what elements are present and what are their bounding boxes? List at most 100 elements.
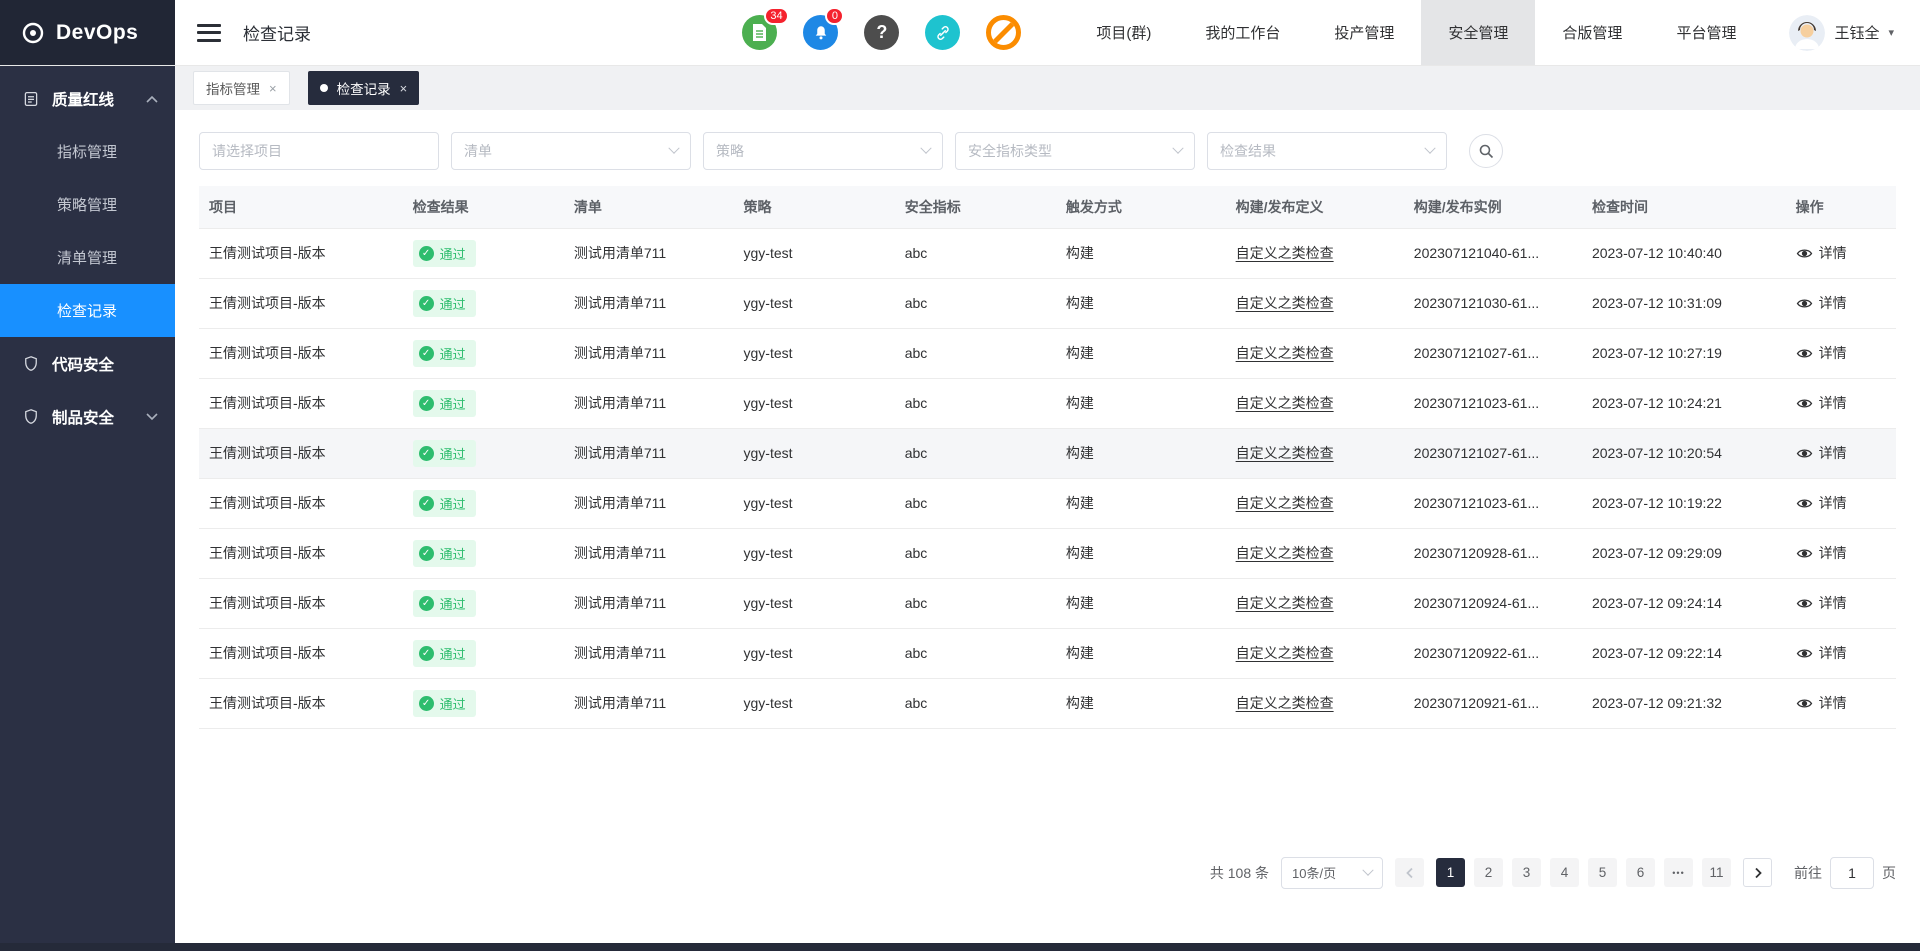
detail-label: 详情 bbox=[1819, 693, 1847, 713]
detail-link[interactable]: 详情 bbox=[1796, 693, 1847, 713]
shield-icon bbox=[22, 407, 40, 426]
status-badge: ✓ 通过 bbox=[413, 690, 476, 717]
definition-link[interactable]: 自定义之类检查 bbox=[1236, 345, 1334, 361]
cell-result: ✓ 通过 bbox=[403, 228, 564, 278]
app-header: DevOps 检查记录 34 0 ? bbox=[0, 0, 1920, 66]
cell-project: 王倩测试项目-版本 bbox=[199, 528, 403, 578]
blocked-icon[interactable] bbox=[986, 15, 1021, 50]
prev-page-button[interactable] bbox=[1395, 858, 1424, 887]
table-row: 王倩测试项目-版本 ✓ 通过 测试用清单711 ygy-test abc 构建 … bbox=[199, 528, 1896, 578]
check-icon: ✓ bbox=[419, 496, 434, 511]
cell-policy: ygy-test bbox=[734, 378, 895, 428]
col-project: 项目 bbox=[199, 186, 403, 228]
devops-logo: DevOps bbox=[0, 0, 175, 65]
cell-trigger: 构建 bbox=[1056, 328, 1226, 378]
detail-link[interactable]: 详情 bbox=[1796, 493, 1847, 513]
nav-item-version[interactable]: 合版管理 bbox=[1535, 0, 1649, 65]
cell-instance: 202307120921-61... bbox=[1404, 678, 1582, 728]
page-button-6[interactable]: 6 bbox=[1626, 858, 1655, 887]
definition-link[interactable]: 自定义之类检查 bbox=[1236, 445, 1334, 461]
page-button-5[interactable]: 5 bbox=[1588, 858, 1617, 887]
notifications-bell-icon[interactable]: 0 bbox=[803, 15, 838, 50]
nav-item-security[interactable]: 安全管理 bbox=[1421, 0, 1535, 65]
definition-link[interactable]: 自定义之类检查 bbox=[1236, 695, 1334, 711]
result-select[interactable]: 检查结果 bbox=[1207, 132, 1447, 170]
nav-item-projects[interactable]: 项目(群) bbox=[1069, 0, 1178, 65]
chevron-down-icon bbox=[145, 412, 159, 422]
page-button-11[interactable]: 11 bbox=[1702, 858, 1731, 887]
page-button-4[interactable]: 4 bbox=[1550, 858, 1579, 887]
cell-time: 2023-07-12 10:40:40 bbox=[1582, 228, 1786, 278]
sidebar-group-artifact-security[interactable]: 制品安全 bbox=[0, 390, 175, 443]
list-select[interactable]: 清单 bbox=[451, 132, 691, 170]
sidebar-item-list-management[interactable]: 清单管理 bbox=[0, 231, 175, 284]
cell-actions: 详情 bbox=[1786, 628, 1896, 678]
cell-policy: ygy-test bbox=[734, 228, 895, 278]
definition-link[interactable]: 自定义之类检查 bbox=[1236, 295, 1334, 311]
cell-instance: 202307120922-61... bbox=[1404, 628, 1582, 678]
policy-select[interactable]: 策略 bbox=[703, 132, 943, 170]
help-icon[interactable]: ? bbox=[864, 15, 899, 50]
detail-link[interactable]: 详情 bbox=[1796, 593, 1847, 613]
sidebar-item-policy-management[interactable]: 策略管理 bbox=[0, 178, 175, 231]
col-time: 检查时间 bbox=[1582, 186, 1786, 228]
footer-strip bbox=[0, 943, 1920, 951]
nav-item-production[interactable]: 投产管理 bbox=[1307, 0, 1421, 65]
indicator-type-select[interactable]: 安全指标类型 bbox=[955, 132, 1195, 170]
cell-trigger: 构建 bbox=[1056, 428, 1226, 478]
detail-link[interactable]: 详情 bbox=[1796, 343, 1847, 363]
tab-close-icon[interactable]: × bbox=[400, 82, 408, 95]
sidebar-group-quality[interactable]: 质量红线 bbox=[0, 72, 175, 125]
detail-link[interactable]: 详情 bbox=[1796, 543, 1847, 563]
detail-link[interactable]: 详情 bbox=[1796, 243, 1847, 263]
page-button-2[interactable]: 2 bbox=[1474, 858, 1503, 887]
cell-actions: 详情 bbox=[1786, 328, 1896, 378]
cell-instance: 202307121040-61... bbox=[1404, 228, 1582, 278]
cell-list: 测试用清单711 bbox=[564, 678, 734, 728]
project-select-input[interactable] bbox=[199, 132, 439, 170]
cell-project: 王倩测试项目-版本 bbox=[199, 578, 403, 628]
sidebar-item-check-records[interactable]: 检查记录 bbox=[0, 284, 175, 337]
sidebar-item-indicator-management[interactable]: 指标管理 bbox=[0, 125, 175, 178]
table-row: 王倩测试项目-版本 ✓ 通过 测试用清单711 ygy-test abc 构建 … bbox=[199, 628, 1896, 678]
definition-link[interactable]: 自定义之类检查 bbox=[1236, 245, 1334, 261]
link-icon[interactable] bbox=[925, 15, 960, 50]
page-ellipsis[interactable]: ••• bbox=[1664, 858, 1693, 887]
nav-item-platform[interactable]: 平台管理 bbox=[1649, 0, 1763, 65]
definition-link[interactable]: 自定义之类检查 bbox=[1236, 395, 1334, 411]
search-button[interactable] bbox=[1469, 134, 1503, 168]
detail-link[interactable]: 详情 bbox=[1796, 443, 1847, 463]
definition-link[interactable]: 自定义之类检查 bbox=[1236, 645, 1334, 661]
page-button-1[interactable]: 1 bbox=[1436, 858, 1465, 887]
cell-result: ✓ 通过 bbox=[403, 528, 564, 578]
page-size-select[interactable]: 10条/页 bbox=[1281, 857, 1383, 889]
tab-close-icon[interactable]: × bbox=[269, 82, 277, 95]
definition-link[interactable]: 自定义之类检查 bbox=[1236, 495, 1334, 511]
detail-link[interactable]: 详情 bbox=[1796, 393, 1847, 413]
records-table: 项目 检查结果 清单 策略 安全指标 触发方式 构建/发布定义 构建/发布实例 … bbox=[199, 186, 1896, 729]
chevron-down-icon bbox=[1172, 143, 1183, 154]
user-caret-icon: ▾ bbox=[1888, 26, 1894, 39]
goto-page-input[interactable] bbox=[1830, 857, 1874, 889]
tab-check-records[interactable]: 检查记录 × bbox=[308, 71, 420, 105]
detail-link[interactable]: 详情 bbox=[1796, 643, 1847, 663]
tab-indicator-management[interactable]: 指标管理 × bbox=[193, 71, 290, 105]
sidebar-group-code-security[interactable]: 代码安全 bbox=[0, 337, 175, 390]
menu-toggle-icon[interactable] bbox=[197, 24, 221, 42]
detail-label: 详情 bbox=[1819, 443, 1847, 463]
detail-link[interactable]: 详情 bbox=[1796, 293, 1847, 313]
shield-icon bbox=[22, 354, 40, 373]
nav-item-workbench[interactable]: 我的工作台 bbox=[1178, 0, 1307, 65]
cell-policy: ygy-test bbox=[734, 478, 895, 528]
definition-link[interactable]: 自定义之类检查 bbox=[1236, 595, 1334, 611]
user-menu[interactable]: 王钰全 ▾ bbox=[1789, 15, 1920, 51]
cell-indicator: abc bbox=[895, 428, 1056, 478]
cell-definition: 自定义之类检查 bbox=[1226, 428, 1404, 478]
cell-result: ✓ 通过 bbox=[403, 378, 564, 428]
page-button-3[interactable]: 3 bbox=[1512, 858, 1541, 887]
documents-icon[interactable]: 34 bbox=[742, 15, 777, 50]
cell-time: 2023-07-12 09:21:32 bbox=[1582, 678, 1786, 728]
header-icon-group: 34 0 ? bbox=[742, 15, 1021, 50]
definition-link[interactable]: 自定义之类检查 bbox=[1236, 545, 1334, 561]
next-page-button[interactable] bbox=[1743, 858, 1772, 887]
